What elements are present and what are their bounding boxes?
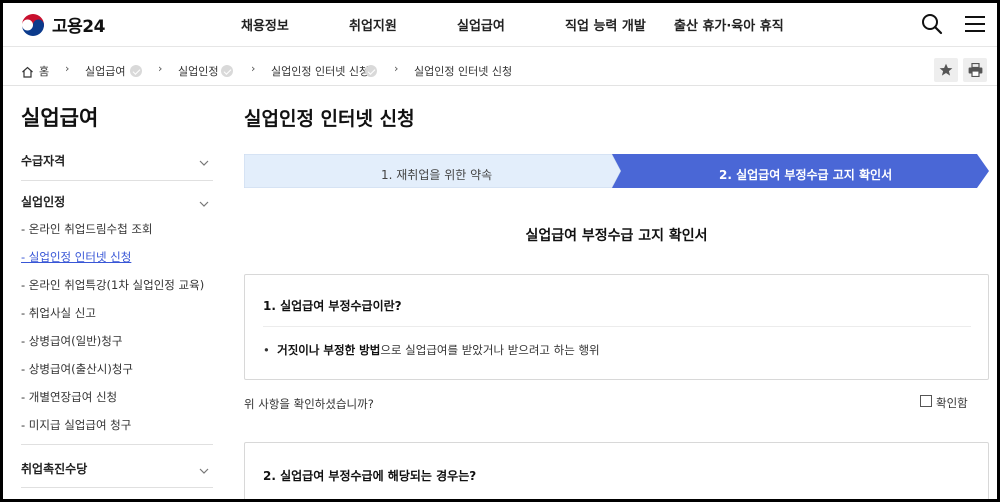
sidebar-item-employment-report[interactable]: - 취업사실 신고 [21, 305, 96, 321]
nav-item-employment-support[interactable]: 취업지원 [349, 15, 397, 34]
sidebar-section-eligibility[interactable]: 수급자격 [21, 152, 65, 169]
sidebar-item-online-lecture[interactable]: - 온라인 취업특강(1차 실업인정 교육) [21, 277, 204, 293]
answer-text: 으로 실업급여를 받았거나 받으려고 하는 행위 [380, 343, 600, 357]
menu-icon[interactable] [964, 14, 986, 38]
breadcrumb-dropdown-icon[interactable] [365, 65, 377, 77]
breadcrumb-item-1[interactable]: 실업급여 [85, 63, 125, 79]
nav-item-unemployment-benefit[interactable]: 실업급여 [457, 15, 505, 34]
bullet: • [263, 343, 270, 357]
breadcrumb-dropdown-icon[interactable] [221, 65, 233, 77]
nav-item-parental-leave[interactable]: 출산 휴가·육아 휴직 [674, 15, 784, 34]
logo-text: 고용24 [52, 17, 105, 37]
nav-item-skills-development[interactable]: 직업 능력 개발 [565, 15, 646, 34]
sidebar-item-dream-notebook[interactable]: - 온라인 취업드림수첩 조회 [21, 221, 153, 237]
confirm-checkbox[interactable] [920, 395, 932, 407]
site-header: 고용24 채용정보 취업지원 실업급여 직업 능력 개발 출산 휴가·육아 휴직 [3, 3, 997, 47]
confirm-question: 위 사항을 확인하셨습니까? [244, 397, 374, 411]
print-button[interactable] [963, 58, 987, 82]
taegeuk-logo-icon [21, 12, 45, 37]
sidebar-divider [21, 444, 213, 445]
sidebar-section-recognition[interactable]: 실업인정 [21, 193, 65, 210]
site-logo[interactable]: 고용24 [21, 12, 105, 37]
search-icon[interactable] [921, 13, 943, 39]
question-1-answer: • 거짓이나 부정한 방법으로 실업급여를 받았거나 받으려고 하는 행위 [263, 342, 600, 358]
question-box-2: 2. 실업급여 부정수급에 해당되는 경우는? [244, 442, 989, 499]
breadcrumb-home[interactable]: 홈 [39, 63, 49, 79]
question-1-heading: 1. 실업급여 부정수급이란? [263, 299, 402, 313]
answer-emphasis: 거짓이나 부정한 방법 [277, 343, 381, 357]
sidebar-item-unpaid-claim[interactable]: - 미지급 실업급여 청구 [21, 417, 131, 433]
favorite-button[interactable] [934, 58, 958, 82]
breadcrumb-item-current: 실업인정 인터넷 신청 [414, 65, 513, 78]
step-2-label: 2. 실업급여 부정수급 고지 확인서 [719, 168, 893, 182]
sidebar-item-extended-benefit[interactable]: - 개별연장급여 신청 [21, 389, 117, 405]
sidebar-item-internet-apply[interactable]: - 실업인정 인터넷 신청 [21, 249, 131, 265]
chevron-down-icon[interactable] [199, 460, 209, 479]
question-2-heading: 2. 실업급여 부정수급에 해당되는 경우는? [263, 469, 477, 483]
question-box-1: 1. 실업급여 부정수급이란? • 거짓이나 부정한 방법으로 실업급여를 받았… [244, 274, 989, 380]
confirm-checkbox-label[interactable]: 확인함 [936, 395, 968, 411]
sidebar-section-promotion[interactable]: 취업촉진수당 [21, 460, 87, 477]
sidebar-divider [21, 180, 213, 181]
star-icon [939, 63, 953, 76]
step-1-label: 1. 재취업을 위한 약속 [381, 168, 493, 182]
sidebar-item-sickness-general[interactable]: - 상병급여(일반)청구 [21, 333, 122, 349]
sidebar-divider [21, 487, 213, 488]
breadcrumb-item-3[interactable]: 실업인정 인터넷 신청 [271, 63, 369, 79]
document-title: 실업급여 부정수급 고지 확인서 [525, 228, 708, 244]
sidebar-item-sickness-childbirth[interactable]: - 상병급여(출산시)청구 [21, 361, 133, 377]
page-title: 실업인정 인터넷 신청 [244, 108, 415, 130]
breadcrumb-separator-icon: › [251, 62, 256, 75]
nav-item-jobs[interactable]: 채용정보 [241, 15, 289, 34]
chevron-down-icon[interactable] [199, 193, 209, 212]
breadcrumb-item-2[interactable]: 실업인정 [178, 63, 218, 79]
home-icon[interactable] [21, 63, 34, 82]
breadcrumb-separator-icon: › [65, 62, 70, 75]
breadcrumb-separator-icon: › [158, 62, 163, 75]
chevron-down-icon[interactable] [199, 152, 209, 171]
page-frame: 고용24 채용정보 취업지원 실업급여 직업 능력 개발 출산 휴가·육아 휴직… [3, 3, 997, 499]
breadcrumb-dropdown-icon[interactable] [130, 65, 142, 77]
question-1-divider [263, 326, 971, 327]
printer-icon [968, 63, 982, 77]
breadcrumb-separator-icon: › [394, 62, 399, 75]
sidebar-title: 실업급여 [21, 106, 99, 130]
breadcrumb-divider [3, 85, 997, 86]
